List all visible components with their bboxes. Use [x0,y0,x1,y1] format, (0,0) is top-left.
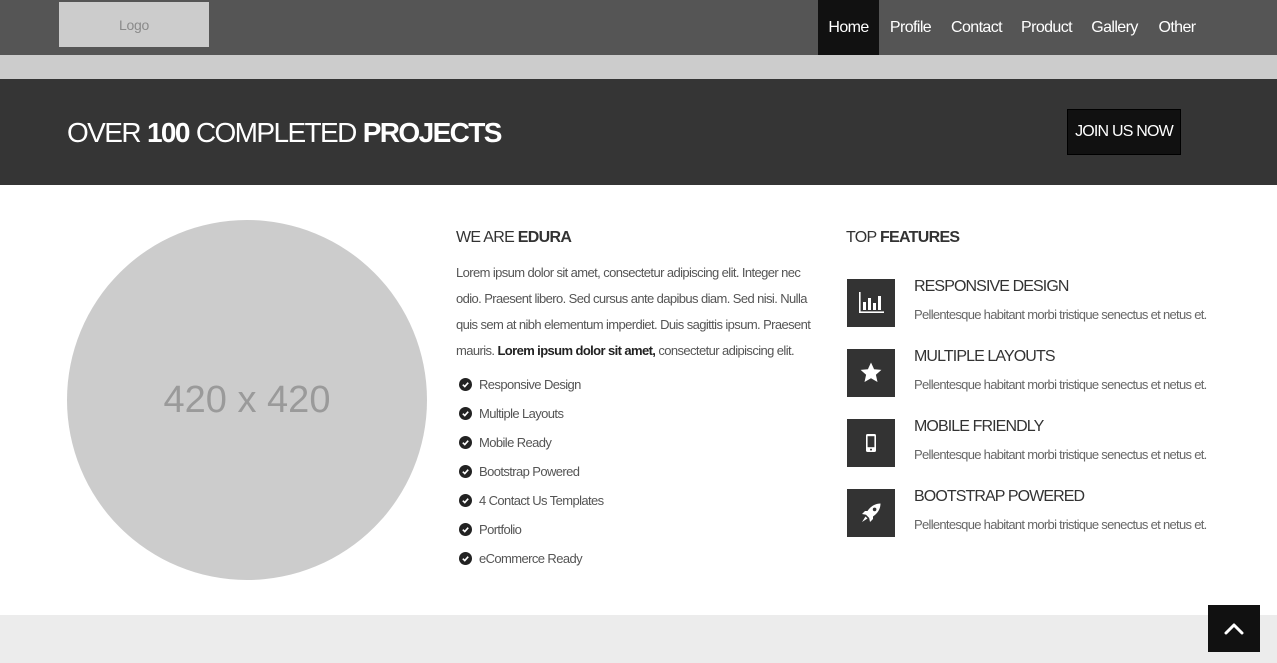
about-paragraph-tail: consectetur adipiscing elit. [658,343,795,358]
checklist-item: Multiple Layouts [459,403,564,423]
rocket-icon [847,489,895,537]
chevron-up-icon [1224,623,1244,634]
check-circle-icon [459,435,472,449]
feature-description: Pellentesque habitant morbi tristique se… [914,377,1207,392]
check-circle-icon [459,493,472,507]
banner-title-bold: PROJECTS [362,117,503,148]
about-heading-prefix: WE ARE [456,229,515,246]
about-paragraph: Lorem ipsum dolor sit amet, consectetur … [456,260,821,364]
about-heading: WE ARE EDURA [456,229,572,247]
feature-description: Pellentesque habitant morbi tristique se… [914,307,1207,322]
nav-profile[interactable]: Profile [879,0,942,55]
join-us-button[interactable]: JOIN US NOW [1067,109,1181,155]
scroll-to-top-button[interactable] [1208,605,1260,652]
banner-title-prefix: OVER [67,117,142,148]
image-placeholder-label: 420 x 420 [163,378,331,421]
check-circle-icon [459,377,472,391]
banner-title-middle: COMPLETED [195,117,357,148]
feature-title: MULTIPLE LAYOUTS [914,348,1056,365]
logo[interactable]: Logo [59,2,209,47]
nav-contact[interactable]: Contact [942,0,1011,55]
checklist-item: Responsive Design [459,374,581,394]
nav-home[interactable]: Home [818,0,879,55]
nav-product[interactable]: Product [1011,0,1082,55]
feature-title: MOBILE FRIENDLY [914,418,1044,435]
feature-title: RESPONSIVE DESIGN [914,278,1069,295]
check-circle-icon [459,522,472,536]
features-heading: TOP FEATURES [846,229,960,247]
star-icon [847,349,895,397]
feature-title: BOOTSTRAP POWERED [914,488,1085,505]
checklist-label: Portfolio [479,521,522,537]
image-placeholder: 420 x 420 [67,220,427,580]
banner-title: OVER 100 COMPLETED PROJECTS [67,113,508,153]
checklist-label: Bootstrap Powered [479,463,580,479]
checklist-label: Responsive Design [479,376,581,392]
checklist-label: eCommerce Ready [479,550,583,566]
about-paragraph-bold: Lorem ipsum dolor sit amet, [497,343,656,358]
checklist-label: Mobile Ready [479,434,552,450]
features-heading-prefix: TOP [846,229,877,246]
checklist-label: 4 Contact Us Templates [479,492,604,508]
mobile-icon [847,419,895,467]
nav-other[interactable]: Other [1147,0,1207,55]
checklist-item: Mobile Ready [459,432,552,452]
feature-description: Pellentesque habitant morbi tristique se… [914,517,1207,532]
nav-gallery[interactable]: Gallery [1082,0,1147,55]
footer-band [0,615,1277,663]
about-heading-bold: EDURA [517,229,572,246]
checklist-item: eCommerce Ready [459,548,583,568]
bar-chart-icon [847,279,895,327]
checklist-item: Portfolio [459,519,522,539]
header-divider-band [0,55,1277,79]
check-circle-icon [459,406,472,420]
check-circle-icon [459,551,472,565]
banner-title-number: 100 [146,117,191,148]
checklist-label: Multiple Layouts [479,405,564,421]
checklist-item: Bootstrap Powered [459,461,580,481]
features-heading-bold: FEATURES [879,229,960,246]
feature-description: Pellentesque habitant morbi tristique se… [914,447,1207,462]
checklist-item: 4 Contact Us Templates [459,490,604,510]
check-circle-icon [459,464,472,478]
